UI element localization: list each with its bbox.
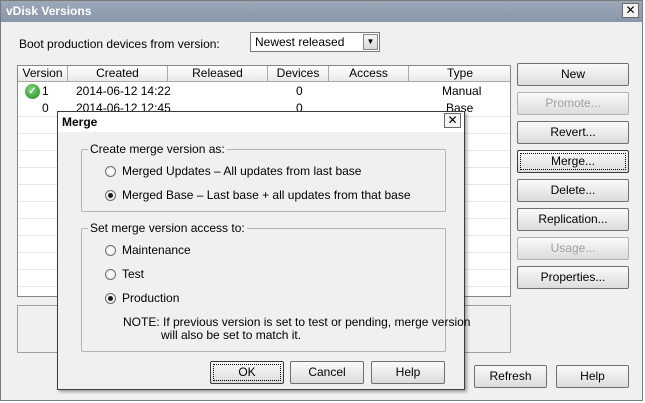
radio-maintenance[interactable]	[105, 245, 116, 256]
access-group-title: Set merge version access to:	[88, 221, 247, 235]
check-icon: ✓	[25, 84, 40, 99]
radio-merged-updates-label[interactable]: Merged Updates – All updates from last b…	[122, 164, 361, 178]
window-titlebar: vDisk Versions ✕	[1, 1, 642, 22]
access-group: Set merge version access to: Maintenance…	[81, 221, 470, 352]
merge-dialog-title: Merge	[62, 115, 98, 129]
radio-test[interactable]	[105, 269, 116, 280]
column-devices[interactable]: Devices	[268, 66, 329, 82]
row-type: Manual	[442, 84, 482, 98]
ok-button[interactable]: OK	[210, 361, 284, 384]
radio-test-label[interactable]: Test	[122, 267, 144, 281]
radio-merged-base-label[interactable]: Merged Base – Last base + all updates fr…	[122, 188, 411, 202]
column-version[interactable]: Version	[18, 66, 68, 82]
refresh-button[interactable]: Refresh	[474, 365, 547, 388]
row-devices: 0	[296, 84, 303, 98]
window-title: vDisk Versions	[6, 4, 92, 18]
chevron-down-icon[interactable]: ▼	[363, 34, 378, 50]
merge-dialog-titlebar: Merge ✕	[58, 112, 464, 132]
row-version: 0	[42, 101, 49, 115]
radio-merged-base[interactable]	[105, 190, 116, 201]
properties-button[interactable]: Properties...	[517, 266, 629, 289]
table-row[interactable]: ✓ 1 2014-06-12 14:22 0 Manual	[18, 83, 510, 99]
row-created: 2014-06-12 14:22	[76, 84, 171, 98]
boot-version-label: Boot production devices from version:	[19, 37, 220, 51]
radio-merged-updates[interactable]	[105, 166, 116, 177]
merge-dialog: Merge ✕ Create merge version as: Merged …	[57, 111, 470, 390]
usage-button[interactable]: Usage...	[517, 237, 629, 260]
create-merge-group-title: Create merge version as:	[88, 142, 227, 156]
merge-button[interactable]: Merge...	[517, 150, 629, 173]
boot-version-selected: Newest released	[255, 35, 345, 49]
delete-button[interactable]: Delete...	[517, 179, 629, 202]
radio-production-label[interactable]: Production	[122, 291, 179, 305]
replication-button[interactable]: Replication...	[517, 208, 629, 231]
column-released[interactable]: Released	[168, 66, 268, 82]
versions-list-header: Version Created Released Devices Access …	[18, 66, 510, 82]
help-button[interactable]: Help	[556, 365, 629, 388]
column-type[interactable]: Type	[409, 66, 510, 82]
cancel-button[interactable]: Cancel	[290, 361, 364, 384]
row-version: 1	[42, 84, 49, 98]
column-created[interactable]: Created	[68, 66, 168, 82]
radio-maintenance-label[interactable]: Maintenance	[122, 243, 191, 257]
promote-button[interactable]: Promote...	[517, 92, 629, 115]
dialog-close-icon[interactable]: ✕	[444, 113, 461, 128]
radio-production[interactable]	[105, 293, 116, 304]
merge-note-line2: will also be set to match it.	[161, 328, 302, 342]
new-button[interactable]: New	[517, 63, 629, 86]
merge-note-line1: NOTE: If previous version is set to test…	[123, 315, 471, 329]
dialog-help-button[interactable]: Help	[371, 361, 445, 384]
column-access[interactable]: Access	[329, 66, 409, 82]
boot-version-select[interactable]: Newest released ▼	[250, 32, 380, 52]
revert-button[interactable]: Revert...	[517, 121, 629, 144]
create-merge-group: Create merge version as: Merged Updates …	[81, 142, 446, 212]
window-close-icon[interactable]: ✕	[622, 3, 639, 18]
